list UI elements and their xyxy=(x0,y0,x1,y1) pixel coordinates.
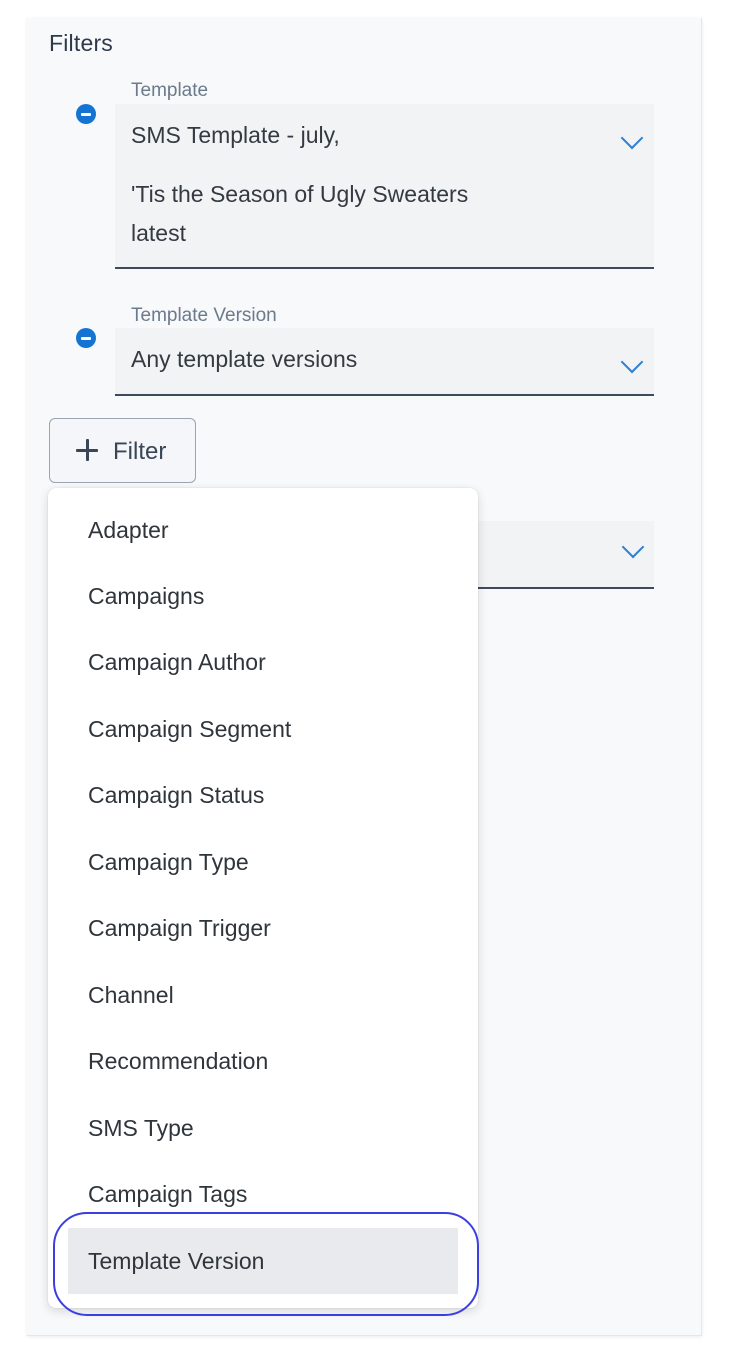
menu-item-template-version[interactable]: Template Version xyxy=(68,1228,458,1294)
add-filter-button[interactable]: Filter xyxy=(49,418,196,483)
template-filter-label: Template xyxy=(131,80,209,101)
menu-item-campaign-author[interactable]: Campaign Author xyxy=(68,629,458,695)
menu-item-sms-type[interactable]: SMS Type xyxy=(68,1095,458,1161)
menu-item-adapter[interactable]: Adapter xyxy=(68,497,458,563)
menu-item-campaign-status[interactable]: Campaign Status xyxy=(68,762,458,828)
template-select-value-line3: latest xyxy=(131,220,186,246)
menu-item-campaign-type[interactable]: Campaign Type xyxy=(68,829,458,895)
template-version-select[interactable]: Any template versions xyxy=(115,328,654,396)
chevron-down-icon xyxy=(621,535,645,559)
remove-template-version-filter-button[interactable] xyxy=(76,328,96,348)
menu-item-campaign-trigger[interactable]: Campaign Trigger xyxy=(68,895,458,961)
filter-type-dropdown: Adapter Campaigns Campaign Author Campai… xyxy=(48,488,478,1308)
menu-item-channel[interactable]: Channel xyxy=(68,962,458,1028)
menu-item-campaign-tags[interactable]: Campaign Tags xyxy=(68,1161,458,1227)
template-select-value-line2: 'Tis the Season of Ugly Sweaters xyxy=(131,181,469,207)
template-select-value-line1: SMS Template - july, xyxy=(131,122,340,148)
add-filter-label: Filter xyxy=(113,438,167,465)
chevron-down-icon xyxy=(620,126,644,150)
menu-item-campaigns[interactable]: Campaigns xyxy=(68,563,458,629)
new-filter-select[interactable] xyxy=(478,521,654,589)
menu-item-campaign-segment[interactable]: Campaign Segment xyxy=(68,696,458,762)
template-version-select-value: Any template versions xyxy=(131,346,358,372)
panel-title: Filters xyxy=(49,30,114,56)
plus-icon xyxy=(76,439,98,461)
template-select[interactable]: SMS Template - july, 'Tis the Season of … xyxy=(115,104,654,269)
remove-template-filter-button[interactable] xyxy=(76,104,96,124)
menu-item-recommendation[interactable]: Recommendation xyxy=(68,1028,458,1094)
template-version-filter-label: Template Version xyxy=(131,305,277,326)
chevron-down-icon xyxy=(620,350,644,374)
